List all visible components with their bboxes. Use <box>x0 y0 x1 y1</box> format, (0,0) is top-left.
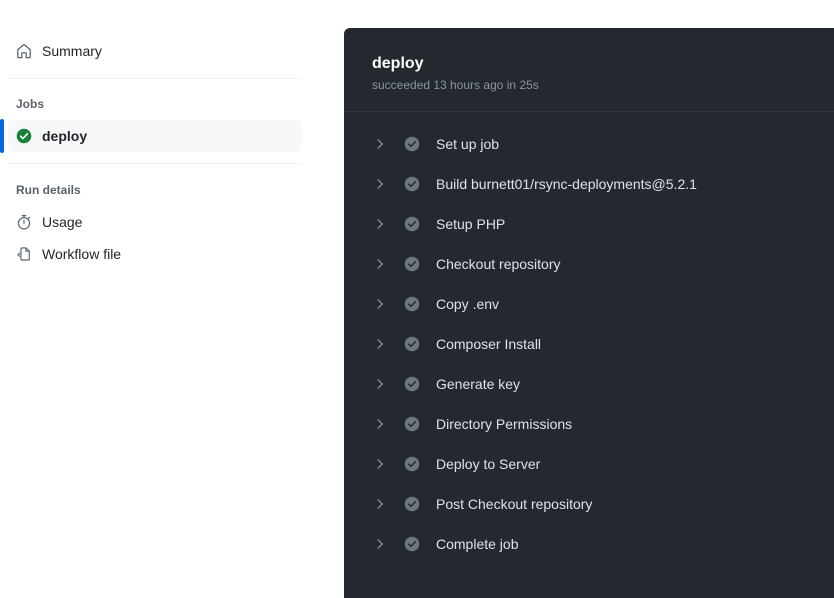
run-sidebar: Summary Jobs deploy Run details Usage Wo… <box>0 0 310 598</box>
run-details-heading: Run details <box>16 183 81 197</box>
job-step-label: Deploy to Server <box>436 456 541 472</box>
summary-section: Summary <box>0 0 310 67</box>
job-step-row-3[interactable]: Checkout repository <box>344 244 834 284</box>
check-circle-icon <box>404 336 420 352</box>
sidebar-divider-top <box>8 78 302 79</box>
job-step-row-0[interactable]: Set up job <box>344 124 834 164</box>
job-log-panel: deploy succeeded 13 hours ago in 25s Set… <box>344 28 834 598</box>
job-step-row-6[interactable]: Generate key <box>344 364 834 404</box>
selected-indicator-bar <box>0 119 4 153</box>
job-step-row-1[interactable]: Build burnett01/rsync-deployments@5.2.1 <box>344 164 834 204</box>
job-step-row-9[interactable]: Post Checkout repository <box>344 484 834 524</box>
job-step-row-4[interactable]: Copy .env <box>344 284 834 324</box>
job-step-row-8[interactable]: Deploy to Server <box>344 444 834 484</box>
run-details-section: Run details Usage Workflow file <box>0 175 310 270</box>
stopwatch-icon <box>16 214 32 230</box>
sidebar-item-job-deploy-label: deploy <box>42 128 88 144</box>
check-circle-icon <box>404 456 420 472</box>
job-step-label: Copy .env <box>436 296 500 312</box>
jobs-heading: Jobs <box>16 97 45 111</box>
sidebar-item-job-deploy[interactable]: deploy <box>0 119 302 153</box>
check-circle-green-icon <box>16 128 32 144</box>
job-step-label: Set up job <box>436 136 500 152</box>
job-log-header: deploy succeeded 13 hours ago in 25s <box>344 28 834 112</box>
check-circle-icon <box>404 216 420 232</box>
check-circle-icon <box>404 496 420 512</box>
job-step-label: Post Checkout repository <box>436 496 593 512</box>
actions-run-page: Summary Jobs deploy Run details Usage Wo… <box>0 0 834 598</box>
sidebar-divider-bottom <box>8 163 302 164</box>
job-step-label: Composer Install <box>436 336 542 352</box>
job-step-label: Checkout repository <box>436 256 561 272</box>
check-circle-icon <box>404 536 420 552</box>
chevron-right-icon[interactable] <box>373 497 387 511</box>
sidebar-item-usage-label: Usage <box>42 214 83 230</box>
sidebar-item-workflow-file[interactable]: Workflow file <box>8 238 302 270</box>
chevron-right-icon[interactable] <box>373 377 387 391</box>
job-step-label: Complete job <box>436 536 519 552</box>
home-icon <box>16 43 32 59</box>
chevron-right-icon[interactable] <box>373 137 387 151</box>
check-circle-icon <box>404 416 420 432</box>
job-step-row-7[interactable]: Directory Permissions <box>344 404 834 444</box>
chevron-right-icon[interactable] <box>373 257 387 271</box>
check-circle-icon <box>404 176 420 192</box>
check-circle-icon <box>404 296 420 312</box>
sidebar-item-summary-label: Summary <box>42 43 102 59</box>
check-circle-icon <box>404 256 420 272</box>
chevron-right-icon[interactable] <box>373 217 387 231</box>
job-title: deploy <box>372 55 424 72</box>
job-step-row-5[interactable]: Composer Install <box>344 324 834 364</box>
chevron-right-icon[interactable] <box>373 457 387 471</box>
job-status-summary: succeeded 13 hours ago in 25s <box>372 78 539 92</box>
job-step-label: Build burnett01/rsync-deployments@5.2.1 <box>436 176 697 192</box>
chevron-right-icon[interactable] <box>373 417 387 431</box>
sidebar-item-usage[interactable]: Usage <box>8 206 302 238</box>
sidebar-item-summary[interactable]: Summary <box>8 35 302 67</box>
chevron-right-icon[interactable] <box>373 177 387 191</box>
chevron-right-icon[interactable] <box>373 337 387 351</box>
jobs-section: Jobs deploy <box>0 90 310 153</box>
sidebar-item-workflow-file-label: Workflow file <box>42 246 122 262</box>
check-circle-icon <box>404 136 420 152</box>
check-circle-icon <box>404 376 420 392</box>
job-steps-list: Set up job Build burnett01/rsync-deploym… <box>344 112 834 564</box>
job-step-label: Directory Permissions <box>436 416 573 432</box>
job-step-row-10[interactable]: Complete job <box>344 524 834 564</box>
job-step-label: Setup PHP <box>436 216 506 232</box>
code-file-icon <box>16 246 32 262</box>
job-step-row-2[interactable]: Setup PHP <box>344 204 834 244</box>
job-step-label: Generate key <box>436 376 521 392</box>
chevron-right-icon[interactable] <box>373 537 387 551</box>
chevron-right-icon[interactable] <box>373 297 387 311</box>
